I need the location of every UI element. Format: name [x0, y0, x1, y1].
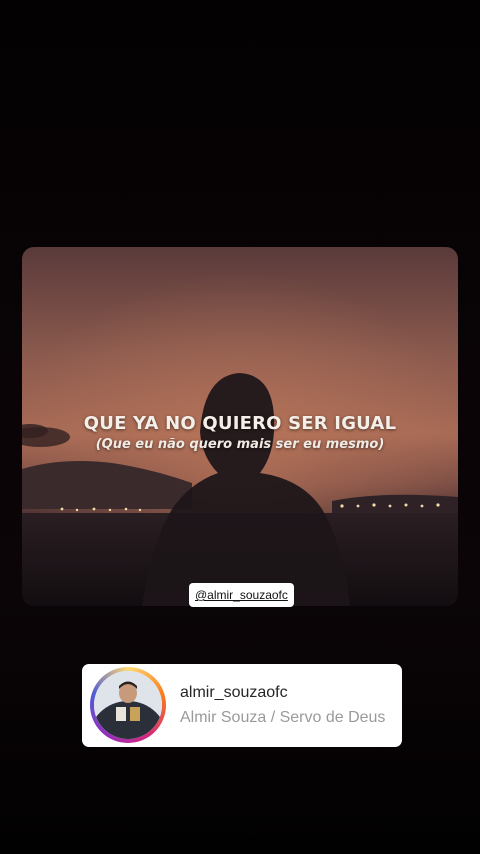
lyric-line: QUE YA NO QUIERO SER IGUAL [83, 413, 397, 434]
video-post[interactable]: QUE YA NO QUIERO SER IGUAL (Que eu não q… [22, 247, 458, 606]
full-name: Almir Souza / Servo de Deus [180, 709, 386, 726]
mention-sticker[interactable]: @almir_souzaofc [189, 583, 294, 607]
username: almir_souzaofc [180, 684, 288, 701]
avatar-photo [94, 671, 162, 739]
avatar[interactable] [94, 671, 162, 739]
profile-card[interactable]: almir_souzaofc Almir Souza / Servo de De… [82, 664, 402, 747]
story-ring [90, 667, 166, 743]
lyric-translation: (Que eu não quero mais ser eu mesmo) [95, 437, 385, 452]
